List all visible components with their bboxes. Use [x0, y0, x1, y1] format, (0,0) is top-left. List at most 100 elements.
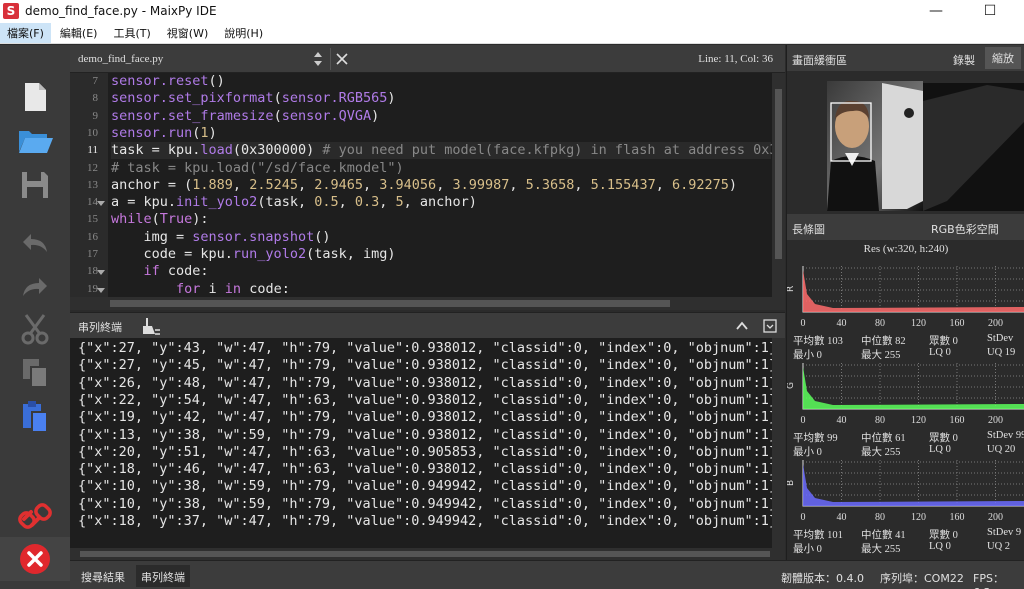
- status-bar: 搜尋結果 串列終端 韌體版本：0.4.0 序列埠：COM22 FPS： 6.3: [70, 560, 1024, 589]
- save-button[interactable]: [0, 163, 70, 207]
- combo-arrows-icon[interactable]: [313, 49, 323, 69]
- connect-button[interactable]: [0, 494, 70, 538]
- svg-text:80: 80: [875, 415, 885, 426]
- histogram-stat: 最小 0: [793, 544, 822, 555]
- histogram-stat: StDev 99: [987, 430, 1024, 441]
- serial-vertical-scrollbar[interactable]: [772, 338, 785, 548]
- svg-text:0: 0: [801, 318, 806, 329]
- svg-text:200: 200: [988, 318, 1003, 329]
- save-icon: [22, 172, 48, 198]
- menu-window[interactable]: 視窗(W): [160, 23, 215, 43]
- tab-search-results[interactable]: 搜尋結果: [76, 565, 130, 587]
- histogram-stat: 最小 0: [793, 447, 822, 458]
- close-file-button[interactable]: [330, 48, 352, 70]
- menu-help[interactable]: 說明(H): [217, 23, 270, 43]
- clear-broom-icon[interactable]: [142, 316, 162, 336]
- serial-terminal-header: 串列終端: [70, 312, 785, 338]
- line-number: 10: [87, 126, 98, 139]
- editor-horizontal-scrollbar[interactable]: [70, 297, 785, 310]
- ide-window: S demo_find_face.py - MaixPy IDE — ☐ 檔案(…: [0, 0, 1024, 589]
- zoom-button[interactable]: 縮放: [985, 47, 1021, 69]
- serial-line: {"x":26, "y":48, "w":47, "h":79, "value"…: [78, 374, 772, 391]
- serial-line: {"x":27, "y":43, "w":47, "h":79, "value"…: [78, 340, 772, 356]
- stop-icon: [20, 544, 50, 574]
- left-toolbar: [0, 45, 70, 589]
- fps-readout: FPS： 6.3: [973, 572, 1004, 589]
- editor-header: demo_find_face.py Line: 11, Col: 36: [70, 45, 785, 73]
- panel-menu-icon[interactable]: [763, 319, 777, 333]
- histogram-stat: UQ 19: [987, 347, 1016, 358]
- copy-button[interactable]: [0, 351, 70, 395]
- camera-frame-image: [827, 81, 1024, 211]
- histogram-stat: 最大 255: [861, 447, 901, 458]
- svg-text:160: 160: [950, 318, 965, 329]
- framebuffer-header: 畫面緩衝區 錄製 縮放: [787, 45, 1024, 71]
- open-file-button[interactable]: [0, 119, 70, 163]
- serial-line: {"x":10, "y":38, "w":59, "h":79, "value"…: [78, 478, 772, 495]
- histogram-stat: LQ 0: [929, 541, 951, 552]
- line-number: 12: [87, 161, 98, 174]
- fold-arrow-icon[interactable]: [97, 201, 105, 207]
- record-button[interactable]: 錄製: [953, 52, 975, 68]
- tab-serial-terminal[interactable]: 串列終端: [136, 565, 190, 587]
- scissors-icon: [21, 314, 49, 345]
- minimize-button[interactable]: —: [914, 0, 958, 22]
- svg-text:160: 160: [950, 415, 965, 426]
- menu-edit[interactable]: 編輯(E): [53, 23, 105, 43]
- framebuffer-title: 畫面緩衝區: [792, 54, 847, 67]
- firmware-version: 韌體版本：0.4.0: [781, 572, 864, 585]
- code-line: a = kpu.init_yolo2(task, 0.5, 0.3, 5, an…: [111, 194, 477, 211]
- line-number: 7: [92, 75, 99, 87]
- code-line: sensor.set_framesize(sensor.QVGA): [111, 107, 380, 124]
- stop-button[interactable]: [0, 537, 70, 581]
- histogram-stat: 眾數 0: [929, 530, 958, 541]
- svg-text:80: 80: [875, 512, 885, 523]
- histogram-stat: StDev: [987, 333, 1014, 344]
- svg-text:G: G: [787, 382, 796, 389]
- line-number: 17: [87, 248, 98, 260]
- svg-text:120: 120: [911, 318, 926, 329]
- folder-open-icon: [19, 131, 53, 153]
- histogram-stat: 平均數 103: [793, 336, 843, 347]
- line-number: 19: [87, 282, 98, 295]
- serial-line: {"x":10, "y":38, "w":59, "h":79, "value"…: [78, 495, 772, 512]
- histogram-stat: 平均數 101: [793, 530, 843, 541]
- redo-button[interactable]: [0, 265, 70, 309]
- serial-output[interactable]: {"x":27, "y":43, "w":47, "h":79, "value"…: [70, 338, 772, 548]
- svg-text:200: 200: [988, 512, 1003, 523]
- serial-terminal-title: 串列終端: [78, 321, 122, 334]
- chevron-up-icon[interactable]: [735, 319, 749, 333]
- file-selector[interactable]: demo_find_face.py: [78, 53, 163, 65]
- maximize-button[interactable]: ☐: [968, 0, 1012, 22]
- svg-text:0: 0: [801, 512, 806, 523]
- right-panel: 畫面緩衝區 錄製 縮放 長條圖 RGB色彩空間 Res (w:320, h:24…: [786, 45, 1024, 560]
- undo-button[interactable]: [0, 221, 70, 265]
- menu-tools[interactable]: 工具(T): [106, 23, 157, 43]
- line-number: 16: [87, 230, 98, 243]
- svg-text:0: 0: [801, 415, 806, 426]
- line-number: 13: [87, 178, 98, 191]
- svg-text:200: 200: [988, 415, 1003, 426]
- serial-line: {"x":13, "y":38, "w":59, "h":79, "value"…: [78, 426, 772, 443]
- fold-arrow-icon[interactable]: [97, 270, 105, 276]
- code-editor[interactable]: sensor.reset() sensor.set_pixformat(senso…: [108, 73, 772, 297]
- svg-text:160: 160: [950, 512, 965, 523]
- serial-line: {"x":18, "y":37, "w":47, "h":79, "value"…: [78, 513, 772, 529]
- editor-vertical-scrollbar[interactable]: [772, 73, 785, 297]
- new-file-button[interactable]: [0, 75, 70, 119]
- histogram-stat: LQ 0: [929, 444, 951, 455]
- colorspace-selector[interactable]: RGB色彩空間: [931, 221, 999, 237]
- histogram-curve: [803, 464, 1024, 506]
- serial-line: {"x":19, "y":42, "w":47, "h":79, "value"…: [78, 409, 772, 426]
- disconnected-link-icon: [18, 503, 52, 529]
- svg-text:120: 120: [911, 512, 926, 523]
- line-number: 8: [92, 92, 99, 105]
- serial-horizontal-scrollbar[interactable]: [70, 548, 785, 560]
- line-number: 14: [87, 196, 98, 209]
- cut-button[interactable]: [0, 307, 70, 351]
- histogram-r: R 0 40 80 120 160 200: [787, 266, 1024, 329]
- paste-button[interactable]: [0, 395, 70, 439]
- code-line: sensor.set_pixformat(sensor.RGB565): [111, 90, 396, 107]
- fold-arrow-icon[interactable]: [97, 287, 105, 293]
- menu-file[interactable]: 檔案(F): [0, 22, 51, 43]
